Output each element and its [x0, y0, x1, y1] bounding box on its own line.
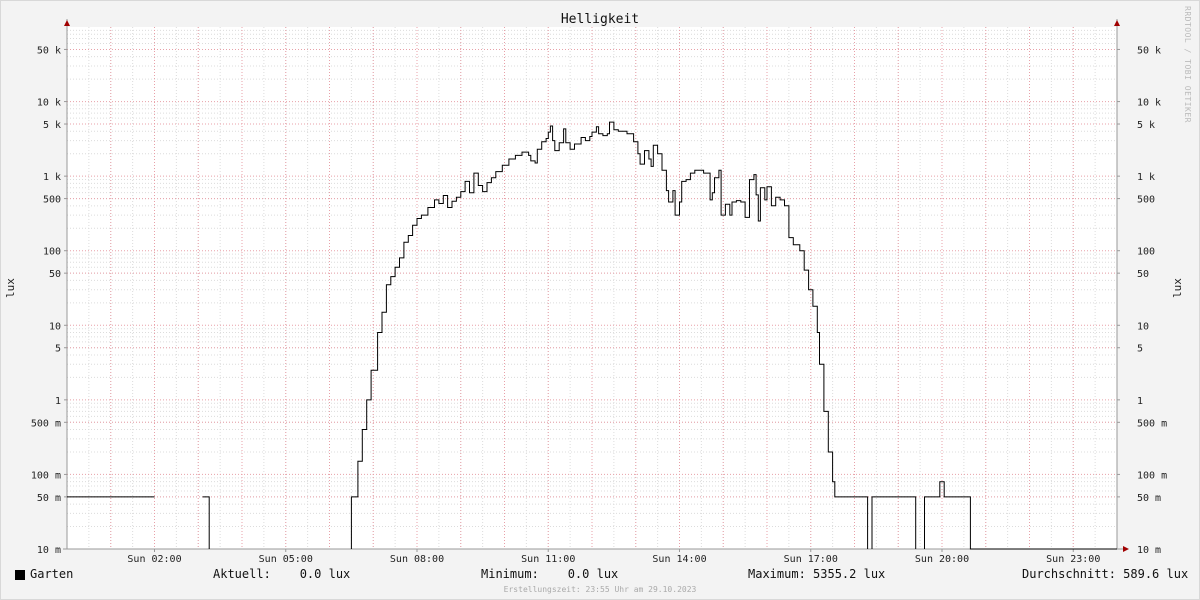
y-axis-label-left: lux: [4, 278, 17, 298]
stat-current: Aktuell: 0.0 lux: [213, 567, 351, 581]
stat-maximum: Maximum: 5355.2 lux: [748, 567, 886, 581]
y-tick-label-left: 10: [49, 321, 61, 332]
y-tick-label-left: 10 k: [37, 98, 61, 109]
y-tick-label-right: 10 k: [1137, 98, 1161, 109]
y-axis-left-arrow: [64, 20, 70, 26]
y-tick-label-left: 5 k: [43, 120, 61, 131]
y-tick-label-left: 100 m: [31, 470, 61, 481]
x-tick-label: Sun 08:00: [390, 554, 444, 565]
legend-swatch-garten: [15, 570, 25, 580]
x-tick-label: Sun 20:00: [915, 554, 969, 565]
y-axis-right-arrow: [1114, 20, 1120, 26]
x-axis-arrow: [1123, 546, 1129, 552]
y-tick-label-right: 50 k: [1137, 45, 1161, 56]
chart-title: Helligkeit: [561, 12, 639, 27]
y-tick-label-right: 500: [1137, 195, 1155, 206]
y-tick-label-left: 5: [55, 344, 61, 355]
y-tick-label-right: 100: [1137, 247, 1155, 258]
x-tick-label: Sun 02:00: [127, 554, 181, 565]
x-tick-label: Sun 23:00: [1046, 554, 1100, 565]
generated-timestamp: Erstellungszeit: 23:55 Uhr am 29.10.2023: [503, 585, 697, 594]
y-tick-label-left: 1: [55, 396, 61, 407]
y-tick-label-right: 50: [1137, 269, 1149, 280]
y-tick-label-right: 10 m: [1137, 545, 1161, 556]
y-tick-label-right: 5 k: [1137, 120, 1155, 131]
y-tick-label-right: 1: [1137, 396, 1143, 407]
y-tick-label-left: 50: [49, 269, 61, 280]
y-tick-label-right: 500 m: [1137, 418, 1167, 429]
y-tick-label-right: 10: [1137, 321, 1149, 332]
chart-svg: 10 m 10 m 50 m 50 m 100 m 100 m 500 m 500 m 1 1 5 5…: [4, 12, 1184, 565]
y-tick-label-left: 50 k: [37, 45, 61, 56]
rrdtool-watermark: RRDTOOL / TOBI OETIKER: [1183, 6, 1192, 123]
y-tick-label-right: 100 m: [1137, 470, 1167, 481]
y-tick-label-left: 50 m: [37, 493, 61, 504]
y-tick-label-left: 1 k: [43, 172, 61, 183]
y-tick-label-left: 10 m: [37, 545, 61, 556]
y-tick-label-right: 1 k: [1137, 172, 1155, 183]
y-tick-label-left: 100: [43, 247, 61, 258]
y-axis-label-right: lux: [1171, 278, 1184, 298]
stat-average: Durchschnitt: 589.6 lux: [1022, 567, 1189, 581]
x-tick-label: Sun 14:00: [652, 554, 706, 565]
y-tick-label-left: 500 m: [31, 418, 61, 429]
x-tick-label: Sun 17:00: [784, 554, 838, 565]
legend-label-garten: Garten: [30, 567, 74, 581]
y-tick-label-right: 5: [1137, 344, 1143, 355]
stat-minimum: Minimum: 0.0 lux: [481, 567, 619, 581]
x-tick-label: Sun 05:00: [259, 554, 313, 565]
y-tick-label-right: 50 m: [1137, 493, 1161, 504]
y-tick-label-left: 500: [43, 195, 61, 206]
x-tick-label: Sun 11:00: [521, 554, 575, 565]
